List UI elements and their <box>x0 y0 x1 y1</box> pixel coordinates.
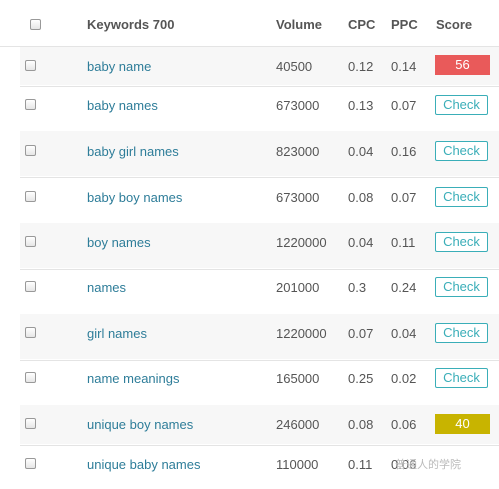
volume-value: 1220000 <box>276 235 327 250</box>
row-checkbox[interactable] <box>25 145 36 156</box>
ppc-value: 0.06 <box>391 417 417 432</box>
check-button[interactable]: Check <box>435 187 488 207</box>
ppc-value: 0.11 <box>391 235 416 250</box>
volume-value: 110000 <box>276 457 319 472</box>
cpc-header[interactable]: CPC <box>348 17 375 32</box>
row-checkbox[interactable] <box>25 60 36 71</box>
volume-value: 823000 <box>276 144 320 159</box>
row-checkbox[interactable] <box>25 372 36 383</box>
keyword-link[interactable]: name meanings <box>87 371 180 386</box>
check-button[interactable]: Check <box>435 95 488 115</box>
cpc-value: 0.04 <box>348 235 374 250</box>
row-checkbox[interactable] <box>25 236 36 247</box>
ppc-header[interactable]: PPC <box>391 17 418 32</box>
watermark: 普通人的学院 <box>395 459 461 471</box>
keyword-link[interactable]: names <box>87 280 126 295</box>
row-checkbox[interactable] <box>25 281 36 292</box>
keyword-link[interactable]: unique baby names <box>87 457 200 472</box>
row-checkbox[interactable] <box>25 418 36 429</box>
keyword-link[interactable]: baby names <box>87 98 158 113</box>
volume-value: 673000 <box>276 98 320 113</box>
check-button[interactable]: Check <box>435 368 488 388</box>
keyword-link[interactable]: baby name <box>87 59 151 74</box>
keyword-link[interactable]: boy names <box>87 235 151 250</box>
keyword-link[interactable]: baby boy names <box>87 190 182 205</box>
row-checkbox[interactable] <box>25 99 36 110</box>
keyword-table: Keywords 700 Volume CPC PPC Score baby n… <box>0 0 499 489</box>
row-checkbox[interactable] <box>25 458 36 469</box>
keyword-link[interactable]: baby girl names <box>87 144 179 159</box>
cpc-value: 0.08 <box>348 190 374 205</box>
volume-value: 165000 <box>276 371 320 386</box>
keyword-link[interactable]: unique boy names <box>87 417 193 432</box>
ppc-value: 0.04 <box>391 326 417 341</box>
row-checkbox[interactable] <box>25 327 36 338</box>
cpc-value: 0.12 <box>348 59 374 74</box>
check-button[interactable]: Check <box>435 141 488 161</box>
score-header[interactable]: Score <box>436 17 472 32</box>
ppc-value: 0.07 <box>391 190 417 205</box>
select-all-checkbox[interactable] <box>30 19 41 30</box>
check-button[interactable]: Check <box>435 232 488 252</box>
keywords-header[interactable]: Keywords 700 <box>87 17 174 32</box>
ppc-value: 0.14 <box>391 59 417 74</box>
check-button[interactable]: Check <box>435 277 488 297</box>
volume-header[interactable]: Volume <box>276 17 322 32</box>
cpc-value: 0.07 <box>348 326 374 341</box>
row-checkbox[interactable] <box>25 191 36 202</box>
ppc-value: 0.24 <box>391 280 417 295</box>
volume-value: 673000 <box>276 190 320 205</box>
volume-value: 1220000 <box>276 326 327 341</box>
cpc-value: 0.11 <box>348 457 373 472</box>
volume-value: 201000 <box>276 280 320 295</box>
keyword-link[interactable]: girl names <box>87 326 147 341</box>
cpc-value: 0.3 <box>348 280 367 295</box>
cpc-value: 0.04 <box>348 144 374 159</box>
cpc-value: 0.13 <box>348 98 374 113</box>
ppc-value: 0.16 <box>391 144 417 159</box>
score-badge: 40 <box>435 414 490 434</box>
table-header: Keywords 700 Volume CPC PPC Score <box>0 0 499 47</box>
volume-value: 246000 <box>276 417 320 432</box>
score-badge: 56 <box>435 55 490 75</box>
cpc-value: 0.08 <box>348 417 374 432</box>
ppc-value: 0.07 <box>391 98 417 113</box>
cpc-value: 0.25 <box>348 371 374 386</box>
ppc-value: 0.02 <box>391 371 417 386</box>
check-button[interactable]: Check <box>435 323 488 343</box>
volume-value: 40500 <box>276 59 313 74</box>
